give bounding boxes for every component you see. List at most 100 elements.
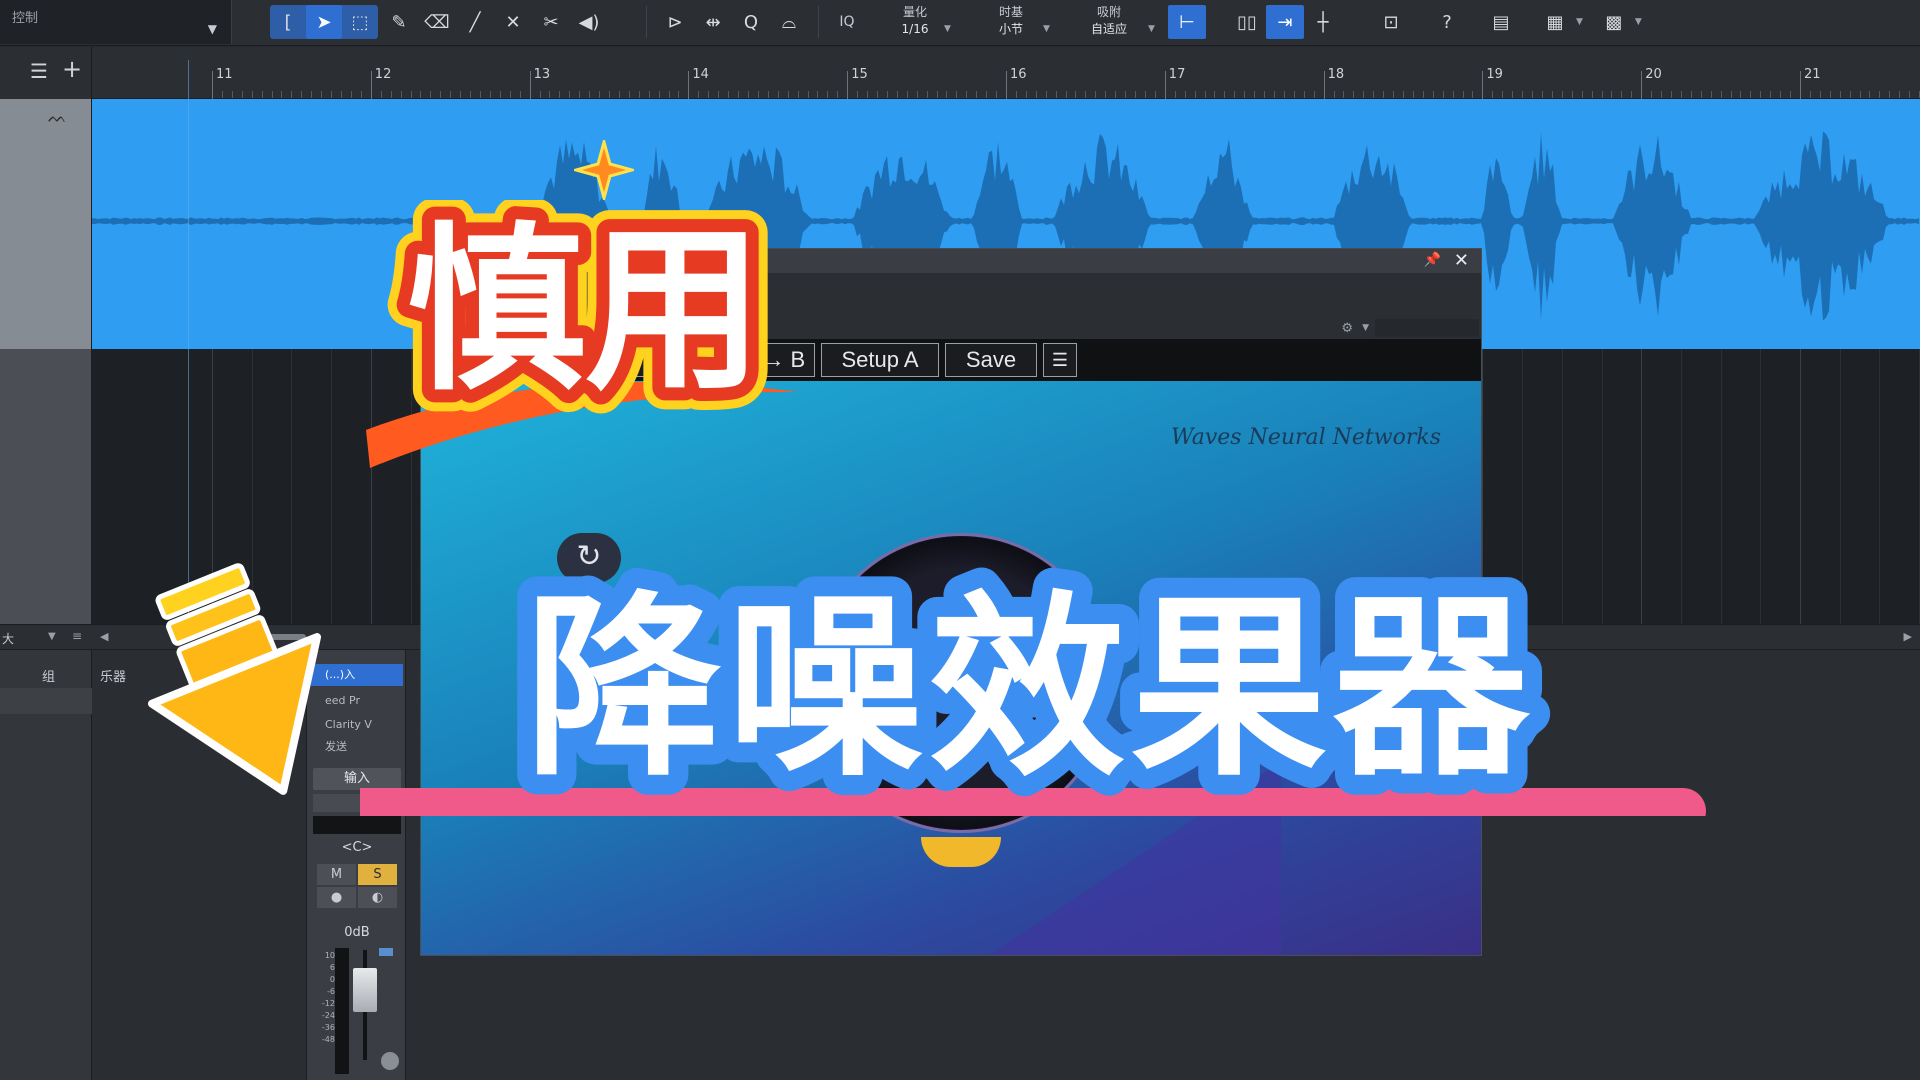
list-menu-icon[interactable]: ☰ xyxy=(30,59,48,83)
snap-to-event-icon[interactable]: ▯▯ xyxy=(1228,5,1266,39)
ruler-sub-tick xyxy=(1174,91,1176,98)
paint-tool-icon[interactable]: ╱ xyxy=(456,5,494,39)
ruler-sub-tick xyxy=(400,91,402,98)
ruler-sub-tick xyxy=(1760,91,1762,98)
ruler-sub-tick xyxy=(1204,91,1206,98)
ruler-sub-tick xyxy=(1224,91,1226,98)
sparkle-icon xyxy=(574,140,634,200)
pin-icon[interactable]: 📌 xyxy=(1424,252,1441,268)
ruler-sub-tick xyxy=(1373,91,1375,98)
ruler-sub-tick xyxy=(1244,91,1246,98)
arrow-tool-icon[interactable]: ➤ xyxy=(306,5,342,39)
control-selector[interactable]: 控制 ▼ xyxy=(0,0,232,44)
ruler-sub-tick xyxy=(1383,91,1385,98)
channel-knob-icon[interactable] xyxy=(381,1052,399,1070)
ruler-sub-tick xyxy=(559,91,561,98)
video-icon[interactable]: ▤ xyxy=(1482,5,1520,39)
grid-view-icon[interactable]: ▦ xyxy=(1536,5,1574,39)
ruler-sub-tick xyxy=(976,91,978,98)
eraser-tool-icon[interactable]: ⌫ xyxy=(418,5,456,39)
chevron-down-icon[interactable]: ▼ xyxy=(48,631,56,642)
ruler-sub-tick xyxy=(1730,91,1732,98)
split-tool-icon[interactable]: ✂ xyxy=(532,5,570,39)
follow-playhead-icon[interactable]: ⊡ xyxy=(1372,5,1410,39)
snap-to-zero-icon[interactable]: ┼ xyxy=(1304,5,1342,39)
ruler-sub-tick xyxy=(1611,91,1613,98)
ruler-sub-tick xyxy=(1273,91,1275,98)
quantize-selector[interactable]: 量化 1/16 xyxy=(880,4,950,38)
pan-value[interactable]: <C> xyxy=(307,840,407,855)
autoscroll-icon[interactable]: ⌓ xyxy=(770,5,808,39)
ruler-sub-tick xyxy=(628,91,630,98)
track-header[interactable]: ᨓ xyxy=(0,99,92,349)
ruler-sub-tick xyxy=(231,91,233,98)
ruler-sub-tick xyxy=(499,91,501,98)
snap-selector[interactable]: 吸附 自适应 xyxy=(1074,4,1144,38)
meter-scale-label: 6 xyxy=(329,963,335,972)
solo-button[interactable]: S xyxy=(358,864,397,885)
gear-icon[interactable]: ⚙ xyxy=(1341,321,1353,336)
timeline-ruler[interactable]: 11 12 13 14 15 16 17 18 19 20 21 xyxy=(92,47,1920,99)
snap-value: 自适应 xyxy=(1090,22,1127,36)
layout-menu-icon[interactable]: ▩ xyxy=(1595,5,1633,39)
scroll-right-icon[interactable]: ▶ xyxy=(1904,630,1912,643)
ruler-sub-tick xyxy=(648,91,650,98)
ruler-sub-tick xyxy=(1442,91,1444,98)
range-tool-icon[interactable]: [ xyxy=(270,5,306,39)
mute-solo-group: M S ● ◐ xyxy=(317,864,397,908)
ruler-bar-number: 16 xyxy=(1010,67,1027,82)
snap-to-cursor-icon[interactable]: ⇥ xyxy=(1266,5,1304,39)
ruler-sub-tick xyxy=(886,91,888,98)
control-label: 控制 xyxy=(12,11,39,26)
ruler-sub-tick xyxy=(1690,91,1692,98)
ruler-bar-tick xyxy=(370,71,372,99)
ruler-sub-tick xyxy=(1819,91,1821,98)
snap-options: ▯▯ ⇥ ┼ xyxy=(1228,5,1342,39)
ruler-sub-tick xyxy=(1472,91,1474,98)
ruler-sub-tick xyxy=(1869,91,1871,98)
mute-tool-icon[interactable]: ✕ xyxy=(494,5,532,39)
ruler-sub-tick xyxy=(1452,91,1454,98)
list-item[interactable] xyxy=(0,688,92,714)
snap-to-grid-icon[interactable]: ⊢ xyxy=(1168,5,1206,39)
monitor-icon[interactable]: ◐ xyxy=(358,887,397,908)
automation-indicator[interactable] xyxy=(379,948,393,956)
ruler-sub-tick xyxy=(1432,91,1434,98)
ruler-sub-tick xyxy=(489,91,491,98)
save-button[interactable]: Save xyxy=(945,343,1037,377)
help-icon[interactable]: ? xyxy=(1428,5,1466,39)
scroll-left-icon[interactable]: ◀ xyxy=(100,630,108,643)
menu-icon[interactable]: ☰ xyxy=(1043,343,1077,377)
zoom-tool-icon[interactable]: Q xyxy=(732,5,770,39)
pencil-tool-icon[interactable]: ✎ xyxy=(380,5,418,39)
iq-button[interactable]: IQ xyxy=(812,14,882,31)
add-track-icon[interactable]: + xyxy=(62,55,82,83)
record-arm-icon[interactable]: ● xyxy=(317,887,356,908)
help-group: ? xyxy=(1428,5,1466,39)
arrow-down-icon xyxy=(147,563,322,795)
ruler-sub-tick xyxy=(906,91,908,98)
playhead[interactable] xyxy=(188,60,189,625)
chevron-down-icon[interactable]: ▼ xyxy=(1362,323,1369,333)
close-icon[interactable]: ✕ xyxy=(1454,250,1469,271)
timebase-selector[interactable]: 时基 小节 xyxy=(976,4,1046,38)
ruler-sub-tick xyxy=(1313,91,1315,98)
mute-button[interactable]: M xyxy=(317,864,356,885)
ruler-sub-tick xyxy=(1115,91,1117,98)
timestretch-icon[interactable]: ⇹ xyxy=(694,5,732,39)
setup-toggle-button[interactable]: Setup A xyxy=(821,343,939,377)
plugin-option-field[interactable] xyxy=(1375,319,1479,337)
ruler-bar-tick xyxy=(1800,71,1801,99)
select-range-tool-icon[interactable]: ⬚ xyxy=(342,5,378,39)
listen-tool-icon[interactable]: ◀) xyxy=(570,5,608,39)
ruler-sub-tick xyxy=(1571,91,1573,98)
ruler-sub-tick xyxy=(331,91,333,98)
volume-fader[interactable] xyxy=(353,968,377,1012)
ruler-sub-tick xyxy=(618,91,620,98)
ruler-sub-tick xyxy=(1780,91,1782,98)
bend-marker-icon[interactable]: ⊳ xyxy=(656,5,694,39)
ruler-sub-tick xyxy=(896,91,898,98)
ruler-bar-number: 18 xyxy=(1327,67,1345,82)
ruler-sub-tick xyxy=(509,91,511,98)
ruler-bar-tick xyxy=(1482,71,1484,99)
